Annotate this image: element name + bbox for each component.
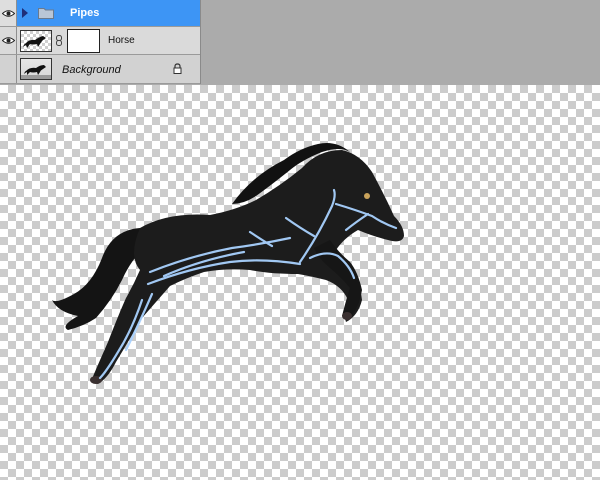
lock-icon (173, 63, 182, 74)
visibility-toggle-horse[interactable] (0, 27, 17, 54)
horse-image (52, 143, 405, 384)
chain-link-icon[interactable] (56, 35, 62, 46)
visibility-toggle-pipes[interactable] (0, 0, 17, 26)
document-canvas[interactable] (0, 85, 600, 480)
horse-artwork (52, 143, 405, 384)
layer-row-horse[interactable]: Horse (0, 27, 200, 55)
layers-panel: Pipes Horse Background (0, 0, 201, 84)
layer-name-horse[interactable]: Horse (108, 35, 135, 46)
layer-mask-thumbnail[interactable] (67, 29, 100, 53)
triangle-right-icon[interactable] (22, 8, 28, 18)
horse-thumbnail-icon (21, 65, 51, 79)
eye-icon (1, 37, 15, 44)
eye-icon (1, 9, 15, 17)
layer-name-pipes[interactable]: Pipes (70, 7, 99, 19)
folder-icon (38, 8, 54, 19)
layer-thumbnail-background[interactable] (20, 58, 52, 80)
layer-row-pipes[interactable]: Pipes (0, 0, 200, 27)
layer-thumbnail-horse[interactable] (20, 30, 52, 52)
horse-thumbnail-icon (23, 36, 46, 48)
layer-row-background[interactable]: Background (0, 55, 200, 84)
layer-name-background[interactable]: Background (62, 64, 121, 76)
visibility-toggle-background[interactable] (0, 55, 17, 83)
